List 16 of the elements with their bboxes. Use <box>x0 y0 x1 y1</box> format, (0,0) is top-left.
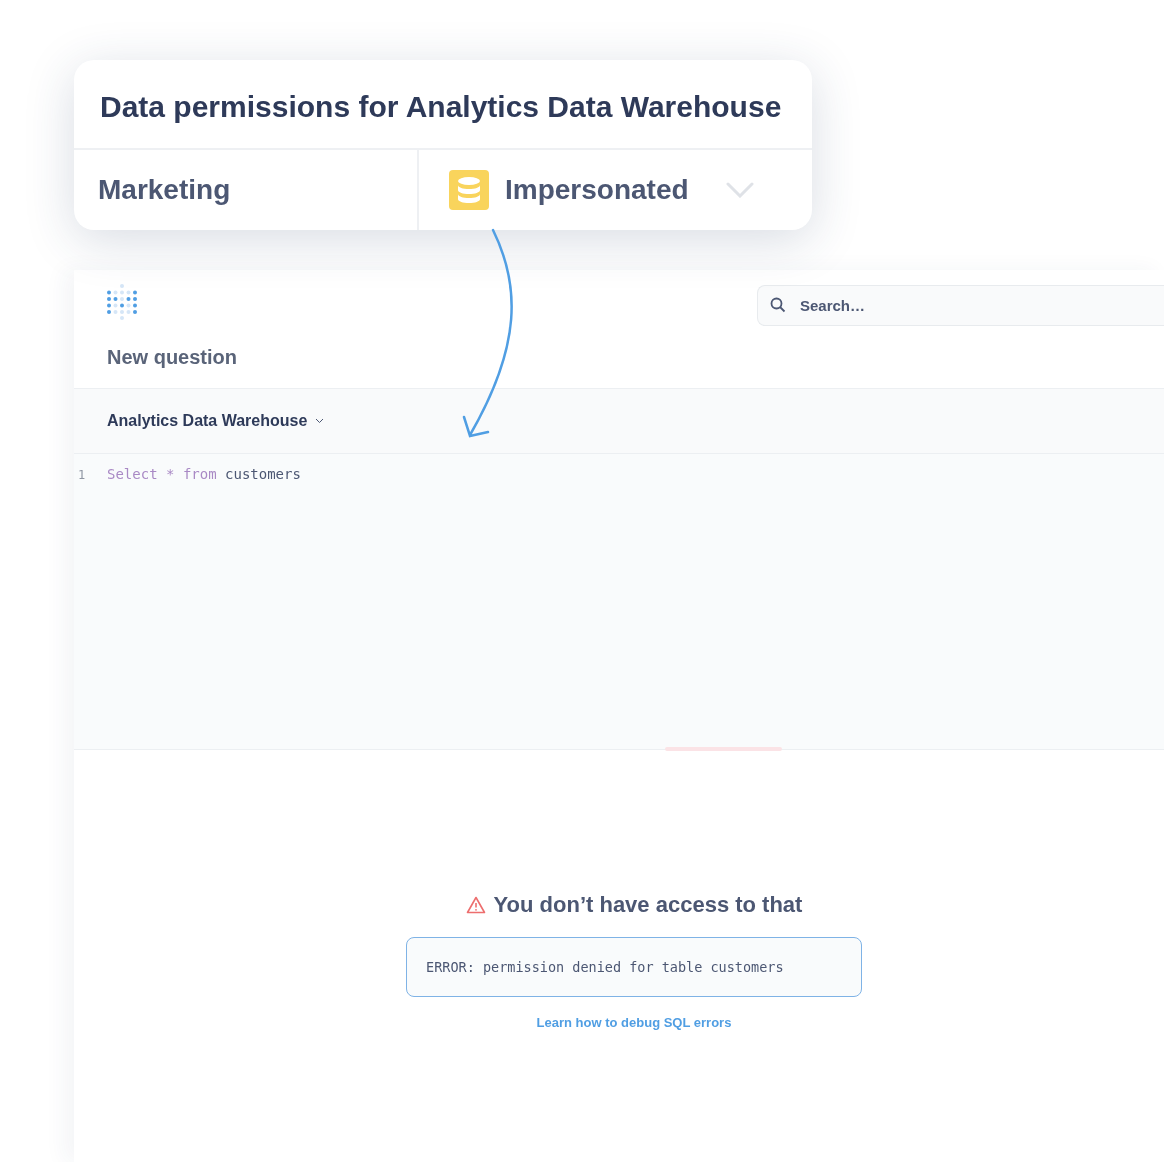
access-level: Impersonated <box>505 173 689 207</box>
warning-icon <box>465 895 486 914</box>
chevron-down-icon[interactable] <box>726 182 754 198</box>
group-name: Marketing <box>98 173 231 207</box>
search-field[interactable]: Search… <box>757 285 1164 326</box>
search-icon <box>770 297 786 313</box>
question-title: New question <box>107 346 237 368</box>
error-title: You don’t have access to that <box>493 891 803 919</box>
logo-icon[interactable] <box>106 283 138 321</box>
error-message: ERROR: permission denied for table customers <box>406 937 862 997</box>
line-number: 1 <box>77 467 87 484</box>
code-line: Select * from customers <box>107 465 301 484</box>
caret-icon <box>315 418 325 424</box>
card-title: Data permissions for Analytics Data Warehouse <box>100 90 782 123</box>
database-picker[interactable]: Analytics Data Warehouse <box>107 409 325 433</box>
database-icon <box>449 170 489 210</box>
